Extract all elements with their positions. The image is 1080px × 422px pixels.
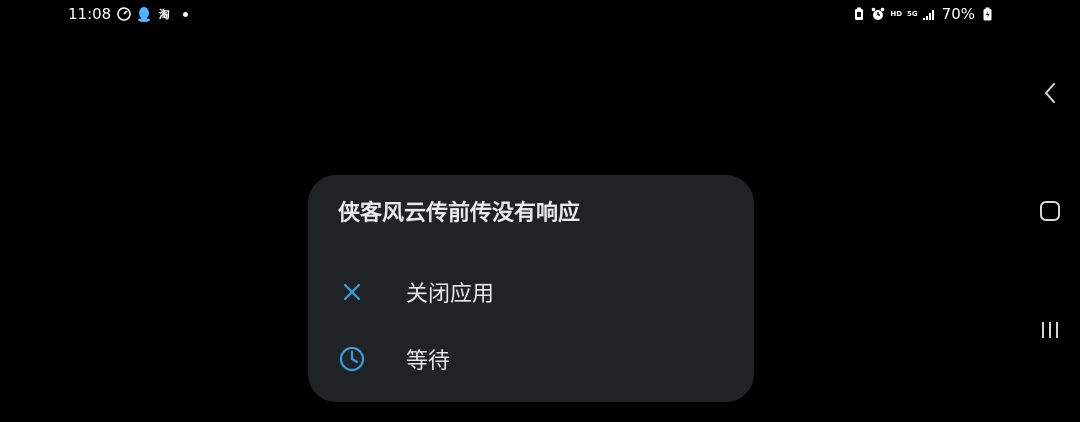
recents-button[interactable] <box>1038 318 1062 342</box>
battery-saver-icon <box>852 7 866 21</box>
recents-icon <box>1042 322 1058 338</box>
screen: 11:08 淘 HD 5G 70% 侠客风云传前传没有响应 关闭应用 等待 <box>0 0 1080 422</box>
alarm-icon <box>871 7 885 21</box>
battery-percent: 70% <box>941 5 975 23</box>
wait-option[interactable]: 等待 <box>308 331 754 387</box>
home-button[interactable] <box>1038 199 1062 223</box>
close-app-label: 关闭应用 <box>406 282 495 307</box>
close-icon <box>338 278 366 306</box>
hd-indicator: HD <box>890 9 903 18</box>
dialog-title: 侠客风云传前传没有响应 <box>338 201 581 226</box>
qq-penguin-icon <box>137 7 151 22</box>
network-type-indicator: 5G <box>907 9 918 18</box>
taobao-icon: 淘 <box>158 8 170 21</box>
signal-icon <box>922 7 937 21</box>
app-not-responding-dialog: 侠客风云传前传没有响应 关闭应用 等待 <box>308 175 754 402</box>
battery-icon <box>980 7 994 21</box>
notification-dot <box>183 11 189 17</box>
back-button[interactable] <box>1038 81 1062 105</box>
wait-label: 等待 <box>406 349 451 374</box>
clock-time: 11:08 <box>68 5 112 23</box>
back-arrow-icon <box>1045 83 1055 103</box>
speedometer-icon <box>117 7 132 21</box>
navigation-bar <box>1020 0 1080 422</box>
home-square-icon <box>1040 201 1060 221</box>
status-bar: 11:08 淘 HD 5G 70% <box>0 0 1080 30</box>
close-app-option[interactable]: 关闭应用 <box>308 264 754 320</box>
status-bar-left: 11:08 淘 <box>68 5 189 23</box>
status-bar-right: HD 5G 70% <box>852 5 994 23</box>
clock-icon <box>338 345 366 373</box>
